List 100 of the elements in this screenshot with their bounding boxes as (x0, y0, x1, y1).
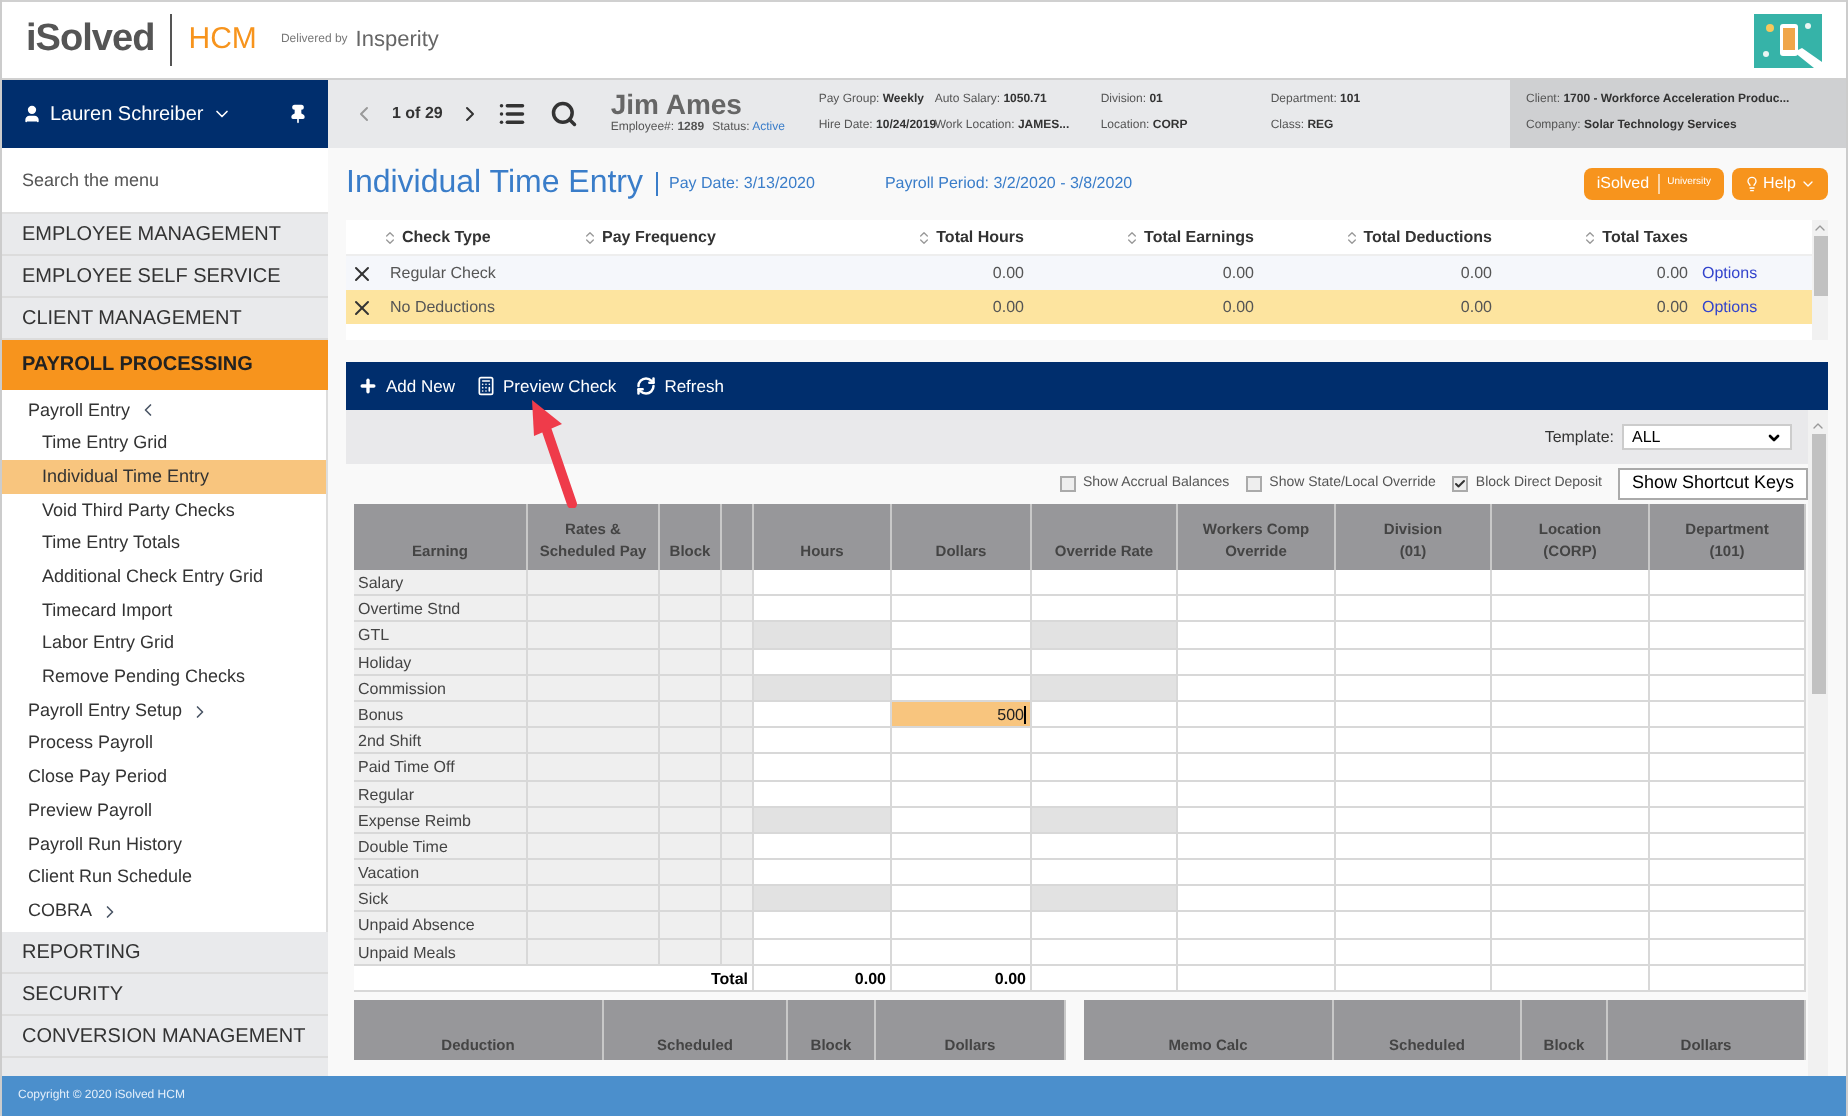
grid-cell[interactable] (892, 622, 1032, 650)
menu-item[interactable]: Process Payroll (2, 727, 326, 762)
grid-cell[interactable] (1178, 912, 1336, 940)
grid-cell[interactable] (1492, 701, 1650, 729)
grid-cell[interactable] (754, 675, 892, 702)
grid-cell[interactable] (754, 807, 892, 834)
options-link[interactable]: Options (1688, 295, 1812, 319)
checkbox[interactable] (1451, 476, 1468, 492)
scroll-up-icon[interactable] (1812, 220, 1828, 236)
grid-cell[interactable] (754, 912, 892, 940)
grid-cell[interactable] (892, 781, 1032, 808)
menu-item[interactable]: Void Third Party Checks (2, 494, 326, 528)
grid-cell[interactable] (1492, 649, 1650, 676)
column-header[interactable]: Total Earnings (1024, 225, 1254, 249)
menu-item[interactable]: Payroll Run History (2, 827, 326, 862)
toolbar-button[interactable]: Preview Check (475, 373, 617, 399)
grid-cell[interactable] (1032, 833, 1178, 861)
grid-cell[interactable] (754, 701, 892, 729)
grid-cell[interactable] (1032, 675, 1178, 702)
shortcut-keys-button[interactable]: Show Shortcut Keys (1617, 468, 1808, 500)
grid-cell[interactable] (1492, 833, 1650, 861)
grid-cell[interactable] (1032, 570, 1178, 597)
grid-cell[interactable] (1032, 596, 1178, 623)
grid-cell[interactable] (1650, 754, 1806, 781)
grid-cell[interactable] (1032, 939, 1178, 966)
grid-cell[interactable] (1032, 912, 1178, 940)
grid-cell[interactable] (1336, 912, 1492, 940)
grid-cell[interactable] (892, 728, 1032, 755)
grid-cell[interactable] (1650, 939, 1806, 966)
menu-item[interactable]: Timecard Import (2, 594, 326, 628)
menu-item[interactable]: COBRA (2, 894, 326, 928)
menu-item[interactable]: Individual Time Entry (2, 460, 326, 495)
grid-cell[interactable] (1178, 781, 1336, 808)
grid-cell[interactable] (1178, 570, 1336, 597)
menu-item[interactable]: Time Entry Grid (2, 427, 326, 461)
grid-cell[interactable] (1492, 886, 1650, 913)
grid-cell[interactable] (892, 570, 1032, 597)
grid-cell[interactable] (1032, 807, 1178, 834)
column-header[interactable]: Total Deductions (1254, 225, 1492, 249)
menu-item[interactable]: Labor Entry Grid (2, 627, 326, 661)
grid-cell[interactable] (1178, 596, 1336, 623)
grid-cell[interactable] (1650, 622, 1806, 650)
check-row[interactable]: Regular Check 0.00 0.00 0.00 0.00 Options (346, 256, 1812, 290)
grid-cell[interactable] (1650, 701, 1806, 729)
menu-item[interactable]: Additional Check Entry Grid (2, 560, 326, 595)
pin-icon[interactable] (288, 104, 308, 124)
grid-cell[interactable] (1492, 754, 1650, 781)
grid-cell[interactable] (1336, 675, 1492, 702)
menu-item[interactable]: Client Run Schedule (2, 861, 326, 895)
grid-cell[interactable] (754, 649, 892, 676)
grid-cell[interactable] (1492, 939, 1650, 966)
grid-cell[interactable] (1492, 596, 1650, 623)
checkbox[interactable] (1059, 476, 1075, 492)
menu-section[interactable]: PAYROLL PROCESSING (2, 340, 328, 390)
grid-cell[interactable] (1032, 754, 1178, 781)
grid-cell[interactable] (754, 781, 892, 808)
grid-cell[interactable] (1336, 570, 1492, 597)
delete-icon[interactable] (350, 295, 374, 319)
check-row[interactable]: No Deductions 0.00 0.00 0.00 0.00 Options (346, 290, 1812, 324)
grid-cell[interactable] (1032, 701, 1178, 729)
grid-cell[interactable] (1178, 833, 1336, 861)
grid-cell[interactable] (892, 886, 1032, 913)
grid-cell[interactable] (1650, 570, 1806, 597)
grid-cell[interactable] (1336, 754, 1492, 781)
grid-cell[interactable] (754, 728, 892, 755)
options-link[interactable]: Options (1688, 261, 1812, 285)
grid-cell[interactable] (754, 754, 892, 781)
grid-cell[interactable] (1650, 781, 1806, 808)
grid-cell[interactable] (892, 754, 1032, 781)
menu-item[interactable]: Time Entry Totals (2, 527, 326, 561)
grid-cell[interactable] (1178, 886, 1336, 913)
grid-cell[interactable] (754, 833, 892, 861)
menu-item[interactable]: Preview Payroll (2, 794, 326, 828)
menu-item[interactable]: Payroll Entry (2, 394, 326, 428)
grid-cell[interactable] (1032, 860, 1178, 887)
grid-cell[interactable] (1032, 728, 1178, 755)
column-header[interactable]: Check Type (382, 225, 582, 249)
menu-search-field[interactable]: Search the menu (2, 148, 328, 214)
grid-cell[interactable] (1650, 833, 1806, 861)
grid-cell[interactable] (1492, 912, 1650, 940)
grid-cell[interactable] (754, 596, 892, 623)
column-header[interactable]: Pay Frequency (582, 225, 884, 249)
grid-cell[interactable] (1336, 833, 1492, 861)
grid-cell[interactable] (892, 939, 1032, 966)
grid-cell[interactable] (1650, 860, 1806, 887)
grid-cell[interactable] (1032, 622, 1178, 650)
grid-cell[interactable] (1336, 596, 1492, 623)
column-header[interactable]: Total Hours (884, 225, 1024, 249)
grid-cell[interactable] (1492, 728, 1650, 755)
grid-cell[interactable] (1178, 701, 1336, 729)
grid-cell[interactable] (754, 860, 892, 887)
grid-cell[interactable] (1650, 912, 1806, 940)
grid-cell[interactable] (1178, 939, 1336, 966)
grid-cell[interactable] (1336, 886, 1492, 913)
grid-cell[interactable] (892, 649, 1032, 676)
scrollbar-thumb[interactable] (1811, 434, 1825, 694)
scroll-up-icon[interactable] (1810, 418, 1826, 434)
grid-cell[interactable] (1650, 596, 1806, 623)
grid-cell[interactable] (1336, 781, 1492, 808)
grid-cell[interactable] (1336, 939, 1492, 966)
